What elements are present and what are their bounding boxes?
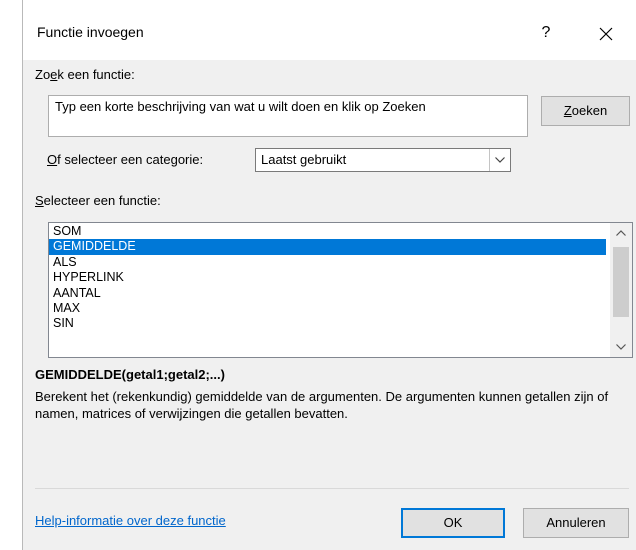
search-label-part: k een functie: bbox=[57, 67, 135, 82]
list-item[interactable]: MAX bbox=[49, 301, 606, 316]
search-input[interactable]: Typ een korte beschrijving van wat u wil… bbox=[48, 95, 528, 137]
chevron-down-icon bbox=[616, 344, 626, 350]
list-item[interactable]: SOM bbox=[49, 224, 606, 239]
dropdown-button[interactable] bbox=[489, 149, 510, 171]
search-label: Zoek een functie: bbox=[35, 67, 135, 82]
category-label: Of selecteer een categorie: bbox=[47, 152, 203, 167]
list-item[interactable]: ALS bbox=[49, 255, 606, 270]
function-description: Berekent het (rekenkundig) gemiddelde va… bbox=[35, 389, 609, 421]
list-item-selected[interactable]: GEMIDDELDE bbox=[49, 239, 606, 255]
title-bar: Functie invoegen ? bbox=[23, 0, 636, 60]
category-selected-value: Laatst gebruikt bbox=[261, 152, 347, 167]
category-label-part: f selecteer een categorie: bbox=[57, 152, 204, 167]
window-title: Functie invoegen bbox=[37, 24, 144, 40]
function-list-label-part: electeer een functie: bbox=[43, 193, 161, 208]
function-list-label-accel: S bbox=[35, 193, 44, 208]
scroll-thumb[interactable] bbox=[613, 247, 629, 317]
chevron-up-icon bbox=[616, 230, 626, 236]
search-label-part: Zo bbox=[35, 67, 51, 82]
category-label-accel: O bbox=[47, 152, 58, 167]
help-button[interactable]: ? bbox=[523, 16, 569, 50]
scroll-up-button[interactable] bbox=[610, 223, 632, 243]
scroll-down-button[interactable] bbox=[610, 337, 632, 357]
function-signature: GEMIDDELDE(getal1;getal2;...) bbox=[35, 367, 225, 382]
list-scrollbar[interactable] bbox=[610, 223, 632, 357]
insert-function-dialog: Functie invoegen ? Zoek een functie: Typ… bbox=[22, 0, 636, 550]
cancel-button[interactable]: Annuleren bbox=[523, 508, 629, 538]
close-button[interactable] bbox=[583, 16, 629, 50]
function-list-label: Selecteer een functie: bbox=[35, 193, 161, 208]
list-item[interactable]: HYPERLINK bbox=[49, 270, 606, 285]
ok-button[interactable]: OK bbox=[401, 508, 505, 538]
category-select[interactable]: Laatst gebruikt bbox=[255, 148, 511, 172]
search-button-accel: Z bbox=[563, 103, 572, 118]
divider bbox=[35, 488, 629, 489]
help-link[interactable]: Help-informatie over deze functie bbox=[35, 513, 226, 528]
close-icon bbox=[599, 27, 613, 40]
chevron-down-icon bbox=[495, 157, 505, 163]
function-list[interactable]: SOM GEMIDDELDE ALS HYPERLINK AANTAL MAX … bbox=[48, 222, 633, 358]
list-item[interactable]: AANTAL bbox=[49, 286, 606, 301]
search-button-label: oeken bbox=[571, 103, 608, 118]
search-button[interactable]: Zoeken bbox=[541, 96, 630, 126]
list-item[interactable]: SIN bbox=[49, 316, 606, 331]
